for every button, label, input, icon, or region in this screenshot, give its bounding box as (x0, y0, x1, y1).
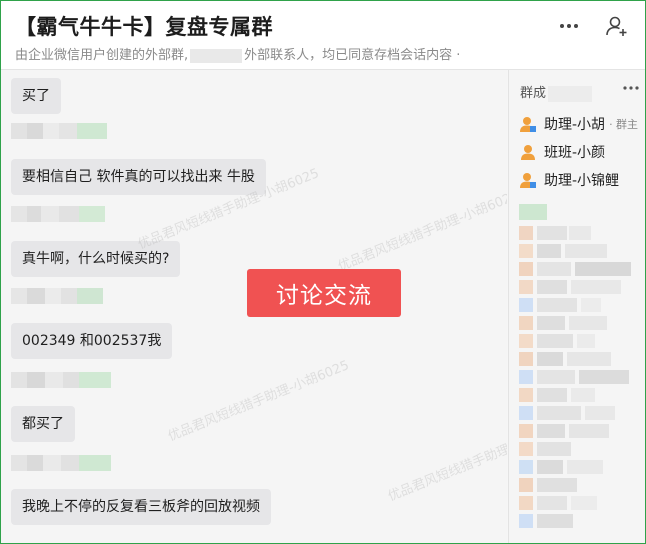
blurred-text (548, 85, 593, 102)
watermark: 优品君风短线猎手助理-小胡6025 (385, 418, 507, 505)
sender-name-blurred (11, 206, 105, 226)
person-icon (521, 145, 535, 160)
message-bubble[interactable]: 002349 和002537我 (11, 323, 173, 359)
discussion-button[interactable]: 讨论交流 (247, 269, 401, 317)
watermark: 优品君风短线猎手助理-小胡6025 (335, 188, 507, 275)
message-bubble[interactable]: 要相信自己 软件真的可以找出来 牛股 (11, 159, 266, 195)
message-item: 002349 和002537我 (11, 323, 173, 359)
member-sidebar: 群成 助理-小胡 · 群主 班班-小颜 助理-小锦鲤 (508, 70, 645, 543)
chat-window: 【霸气牛牛卡】复盘专属群 由企业微信用户创建的外部群, 外部联系人，均已同意存档会… (0, 0, 646, 544)
owner-tag: · 群主 (609, 118, 639, 131)
message-item: 要相信自己 软件真的可以找出来 牛股 (11, 159, 266, 195)
member-name: 班班-小颜 (544, 145, 606, 161)
chat-header: 【霸气牛牛卡】复盘专属群 由企业微信用户创建的外部群, 外部联系人，均已同意存档会… (1, 1, 645, 70)
message-bubble[interactable]: 都买了 (11, 406, 75, 442)
member-list-title: 群成 (520, 82, 593, 102)
message-bubble[interactable]: 真牛啊，什么时候买的? (11, 241, 181, 277)
subtitle-suffix: 外部联系人，均已同意存档会话内容 · (244, 48, 461, 63)
group-subtitle: 由企业微信用户创建的外部群, 外部联系人，均已同意存档会话内容 · (15, 44, 460, 63)
watermark: 优品君风短线猎手助理-小胡6025 (165, 358, 352, 445)
more-icon[interactable] (623, 76, 639, 95)
message-item: 我晚上不停的反复看三板斧的回放视频 (11, 489, 271, 525)
message-item: 都买了 (11, 406, 75, 442)
sender-name-blurred (11, 123, 107, 143)
sender-name-blurred (11, 372, 111, 392)
more-icon[interactable] (554, 11, 584, 41)
member-name: 助理-小锦鲤 (544, 173, 620, 189)
message-bubble[interactable]: 买了 (11, 78, 61, 114)
sender-name-blurred (11, 455, 111, 475)
add-member-icon[interactable] (602, 11, 632, 41)
person-icon (520, 117, 536, 132)
member-item[interactable]: 助理-小胡 · 群主 (519, 112, 638, 136)
person-icon (520, 173, 536, 188)
member-item[interactable]: 班班-小颜 (519, 140, 605, 164)
member-list-title-text: 群成 (520, 86, 547, 101)
subtitle-prefix: 由企业微信用户创建的外部群, (15, 48, 189, 63)
message-bubble[interactable]: 我晚上不停的反复看三板斧的回放视频 (11, 489, 271, 525)
sender-name-blurred (11, 288, 103, 308)
message-item: 买了 (11, 78, 61, 114)
blurred-text (190, 48, 243, 63)
group-title: 【霸气牛牛卡】复盘专属群 (15, 15, 273, 39)
blurred-member-list (519, 204, 631, 528)
message-item: 真牛啊，什么时候买的? (11, 241, 181, 277)
member-item[interactable]: 助理-小锦鲤 (519, 168, 619, 192)
member-name: 助理-小胡 (544, 117, 606, 133)
